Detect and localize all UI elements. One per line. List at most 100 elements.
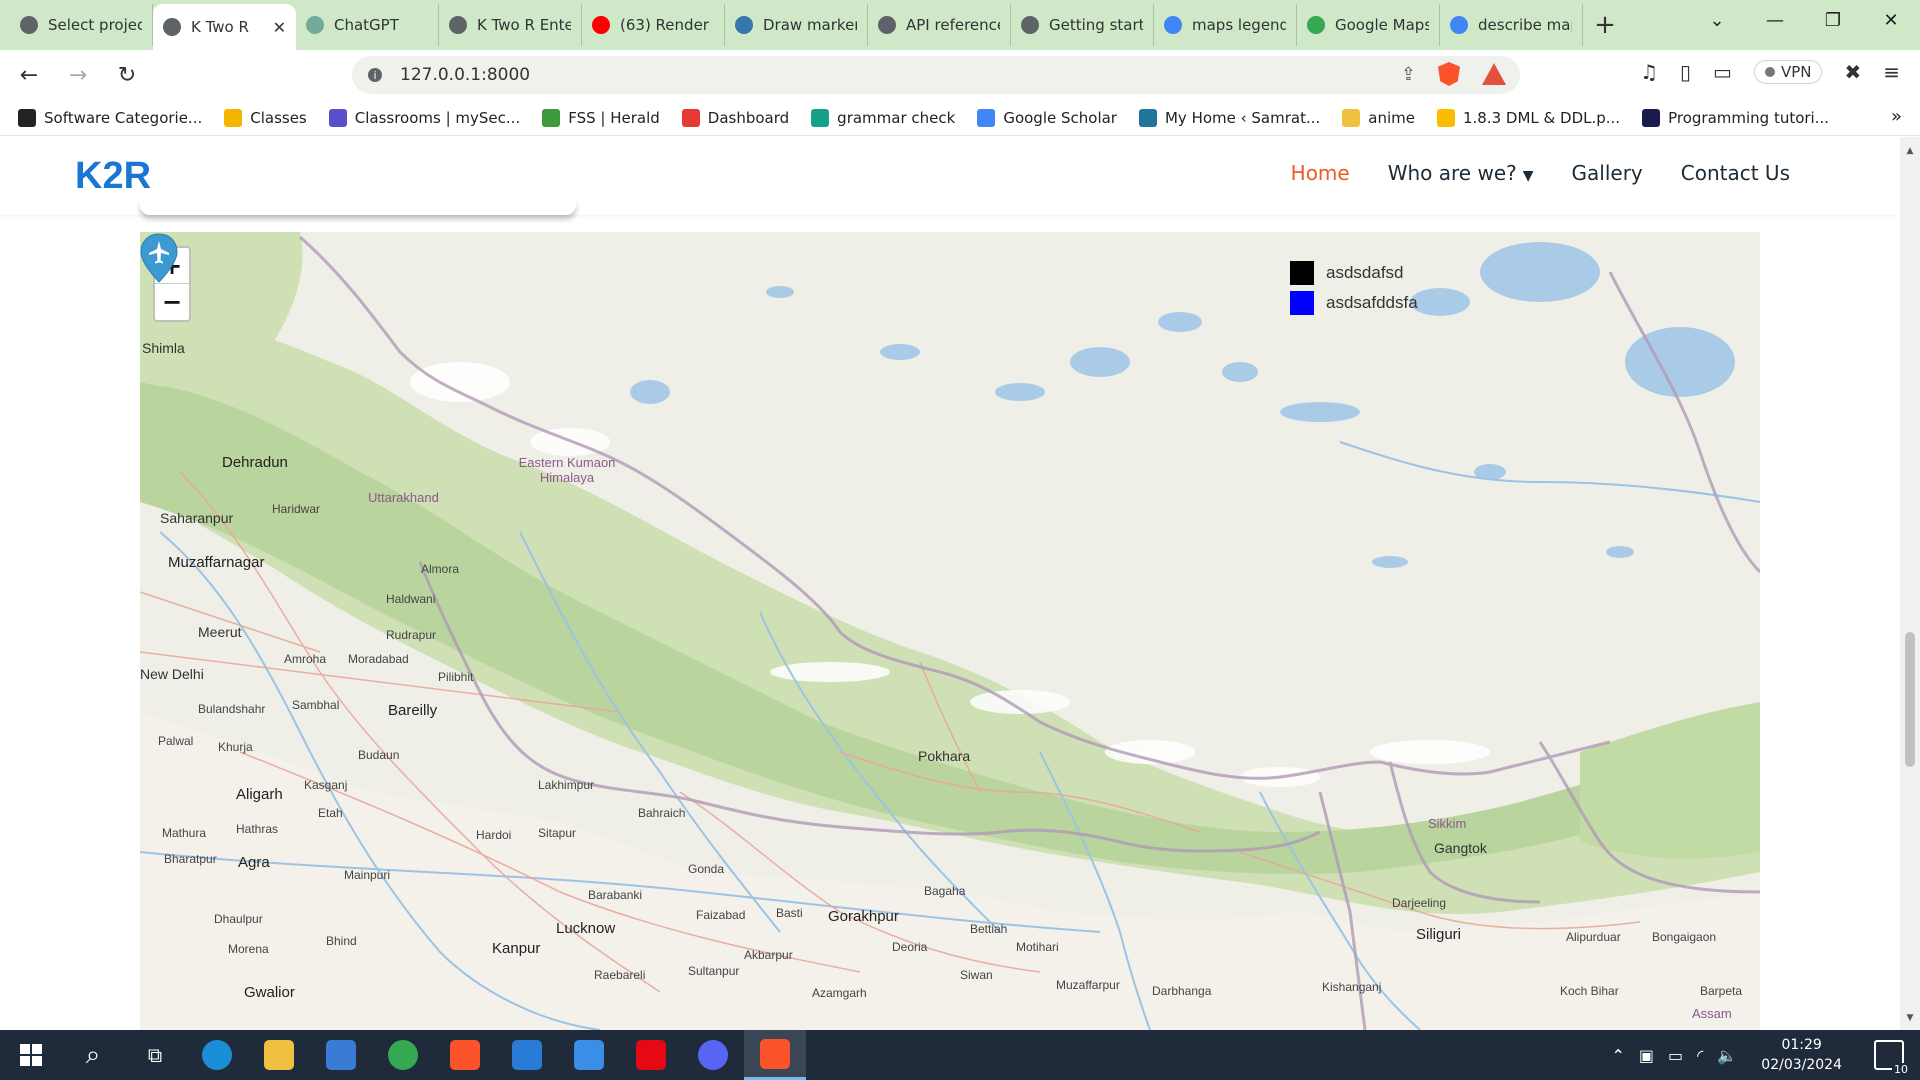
tab-favicon-icon xyxy=(449,16,467,34)
map-place-label: Kishanganj xyxy=(1322,980,1382,994)
new-tab-button[interactable]: + xyxy=(1583,4,1627,46)
vpn-button[interactable]: VPN xyxy=(1753,60,1823,84)
close-window-button[interactable]: ✕ xyxy=(1862,0,1920,40)
forward-button[interactable]: → xyxy=(58,55,98,95)
map-place-label: Shimla xyxy=(142,340,185,356)
bookmark-item[interactable]: My Home ‹ Samrat... xyxy=(1138,108,1320,127)
browser-tab[interactable]: Google Maps xyxy=(1297,4,1440,46)
meet-icon[interactable]: ▣ xyxy=(1639,1046,1654,1065)
tab-label: API reference xyxy=(906,16,1000,34)
nav-link-label: Home xyxy=(1290,161,1350,185)
taskbar-app-mail[interactable] xyxy=(558,1030,620,1080)
bookmark-item[interactable]: Software Categorie... xyxy=(18,108,203,127)
bookmark-item[interactable]: Classes xyxy=(224,108,307,127)
nav-link-label: Gallery xyxy=(1571,161,1643,185)
tab-favicon-icon xyxy=(878,16,896,34)
bookmarks-overflow-button[interactable]: » xyxy=(1891,106,1902,127)
scrollbar-thumb[interactable] xyxy=(1905,632,1915,767)
profile-icon[interactable]: ✖ xyxy=(1844,60,1861,84)
notification-center-icon[interactable]: 10 xyxy=(1874,1040,1910,1076)
chevron-up-icon[interactable]: ⌃ xyxy=(1612,1046,1625,1065)
clock[interactable]: 01:29 02/03/2024 xyxy=(1761,1035,1842,1075)
scroll-up-arrow[interactable]: ▲ xyxy=(1900,143,1920,159)
taskbar-app-brave[interactable] xyxy=(744,1030,806,1080)
taskbar-app-discord[interactable] xyxy=(682,1030,744,1080)
tab-favicon-icon xyxy=(1021,16,1039,34)
map-place-label: Siliguri xyxy=(1416,926,1462,943)
browser-tab[interactable]: describe map xyxy=(1440,4,1583,46)
wallet-icon[interactable]: ▭ xyxy=(1713,60,1732,84)
site-info-icon[interactable]: i xyxy=(368,68,382,82)
share-icon[interactable]: ⇪ xyxy=(1401,64,1416,85)
store-icon xyxy=(326,1040,356,1070)
browser-tab[interactable]: Select projec xyxy=(10,4,153,46)
windows-logo-icon xyxy=(20,1044,42,1066)
back-button[interactable]: ← xyxy=(9,55,49,95)
maximize-button[interactable]: ❐ xyxy=(1804,0,1862,40)
browser-tab[interactable]: API reference xyxy=(868,4,1011,46)
bookmark-item[interactable]: FSS | Herald xyxy=(542,108,660,127)
nav-link-contact-us[interactable]: Contact Us xyxy=(1681,161,1790,185)
taskbar-app-store[interactable] xyxy=(310,1030,372,1080)
browser-tab[interactable]: K Two R ✕ xyxy=(153,4,296,50)
address-bar[interactable]: i 127.0.0.1:8000 ⇪ xyxy=(352,56,1520,94)
browser-tab[interactable]: Getting starte xyxy=(1011,4,1154,46)
menu-icon[interactable]: ≡ xyxy=(1883,60,1900,84)
brave-shields-icon[interactable] xyxy=(1438,62,1460,86)
taskbar-app-netflix[interactable] xyxy=(620,1030,682,1080)
browser-tab[interactable]: (63) Render f xyxy=(582,4,725,46)
brave-rewards-icon[interactable] xyxy=(1482,63,1506,85)
tab-search-icon[interactable]: ⌄ xyxy=(1688,0,1746,40)
site-logo[interactable]: K2R xyxy=(75,155,151,198)
bookmark-item[interactable]: anime xyxy=(1342,108,1415,127)
search-icon[interactable]: ⌕ xyxy=(62,1030,124,1080)
browser-toolbar: ← → ↻ 🔖 i 127.0.0.1:8000 ⇪ ♫ ▯ ▭ VPN ✖ ≡ xyxy=(0,50,1920,100)
taskbar-app-chrome[interactable] xyxy=(372,1030,434,1080)
map-place-label: Dhaulpur xyxy=(214,912,263,926)
volume-icon[interactable]: 🔈 xyxy=(1717,1046,1737,1065)
map-container[interactable]: Dehradun Shimla Uttarakhand Eastern Kumaon … xyxy=(140,232,1760,1030)
map-place-label: Pokhara xyxy=(918,748,971,764)
minimize-button[interactable]: — xyxy=(1746,0,1804,40)
legend-swatch xyxy=(1290,261,1314,285)
browser-tab[interactable]: maps legend xyxy=(1154,4,1297,46)
map-place-label: Sikkim xyxy=(1428,816,1467,831)
scroll-down-arrow[interactable]: ▼ xyxy=(1900,1010,1920,1026)
start-button[interactable] xyxy=(0,1030,62,1080)
taskbar-app-brave-nightly[interactable] xyxy=(434,1030,496,1080)
media-icon[interactable]: ♫ xyxy=(1640,60,1658,84)
taskbar-app-vscode[interactable] xyxy=(496,1030,558,1080)
legend-item: asdsafddsfa xyxy=(1290,288,1418,318)
bookmark-item[interactable]: Dashboard xyxy=(681,108,789,127)
browser-tab-strip: Select projec K Two R ✕ ChatGPT K Two R Ente… xyxy=(0,0,1920,50)
bookmark-item[interactable]: grammar check xyxy=(811,108,955,127)
zoom-out-button[interactable]: − xyxy=(155,284,189,320)
bookmark-item[interactable]: Classrooms | mySec... xyxy=(328,108,520,127)
legend-item: asdsdafsd xyxy=(1290,258,1418,288)
task-view-icon[interactable]: ⧉ xyxy=(124,1030,186,1080)
page-scrollbar[interactable]: ▲ ▼ xyxy=(1900,137,1920,1030)
vpn-status-icon xyxy=(1764,67,1775,77)
tab-label: Select projec xyxy=(48,16,142,34)
close-tab-icon[interactable]: ✕ xyxy=(273,18,286,37)
bookmark-item[interactable]: Google Scholar xyxy=(977,108,1117,127)
bookmark-label: Software Categorie... xyxy=(44,108,203,127)
sidebar-icon[interactable]: ▯ xyxy=(1680,60,1691,84)
reload-button[interactable]: ↻ xyxy=(107,55,147,95)
wifi-icon[interactable]: ◜ xyxy=(1697,1046,1703,1065)
browser-tab[interactable]: ChatGPT xyxy=(296,4,439,46)
taskbar-app-edge[interactable] xyxy=(186,1030,248,1080)
battery-icon[interactable]: ▭ xyxy=(1668,1046,1683,1065)
nav-link-who-are-we[interactable]: Who are we? ▼ xyxy=(1388,161,1534,185)
nav-link-label: Contact Us xyxy=(1680,161,1790,185)
browser-tab[interactable]: K Two R Ente xyxy=(439,4,582,46)
nav-link-home[interactable]: Home xyxy=(1291,161,1350,185)
browser-tab[interactable]: Draw marker xyxy=(725,4,868,46)
airplane-icon[interactable] xyxy=(140,232,178,284)
taskbar-app-file-explorer[interactable] xyxy=(248,1030,310,1080)
clock-date: 02/03/2024 xyxy=(1761,1057,1842,1073)
nav-link-gallery[interactable]: Gallery xyxy=(1572,161,1643,185)
bookmark-item[interactable]: Programming tutori... xyxy=(1642,108,1829,127)
bookmark-item[interactable]: 1.8.3 DML & DDL.p... xyxy=(1437,108,1620,127)
map-place-label: Gonda xyxy=(688,862,725,876)
